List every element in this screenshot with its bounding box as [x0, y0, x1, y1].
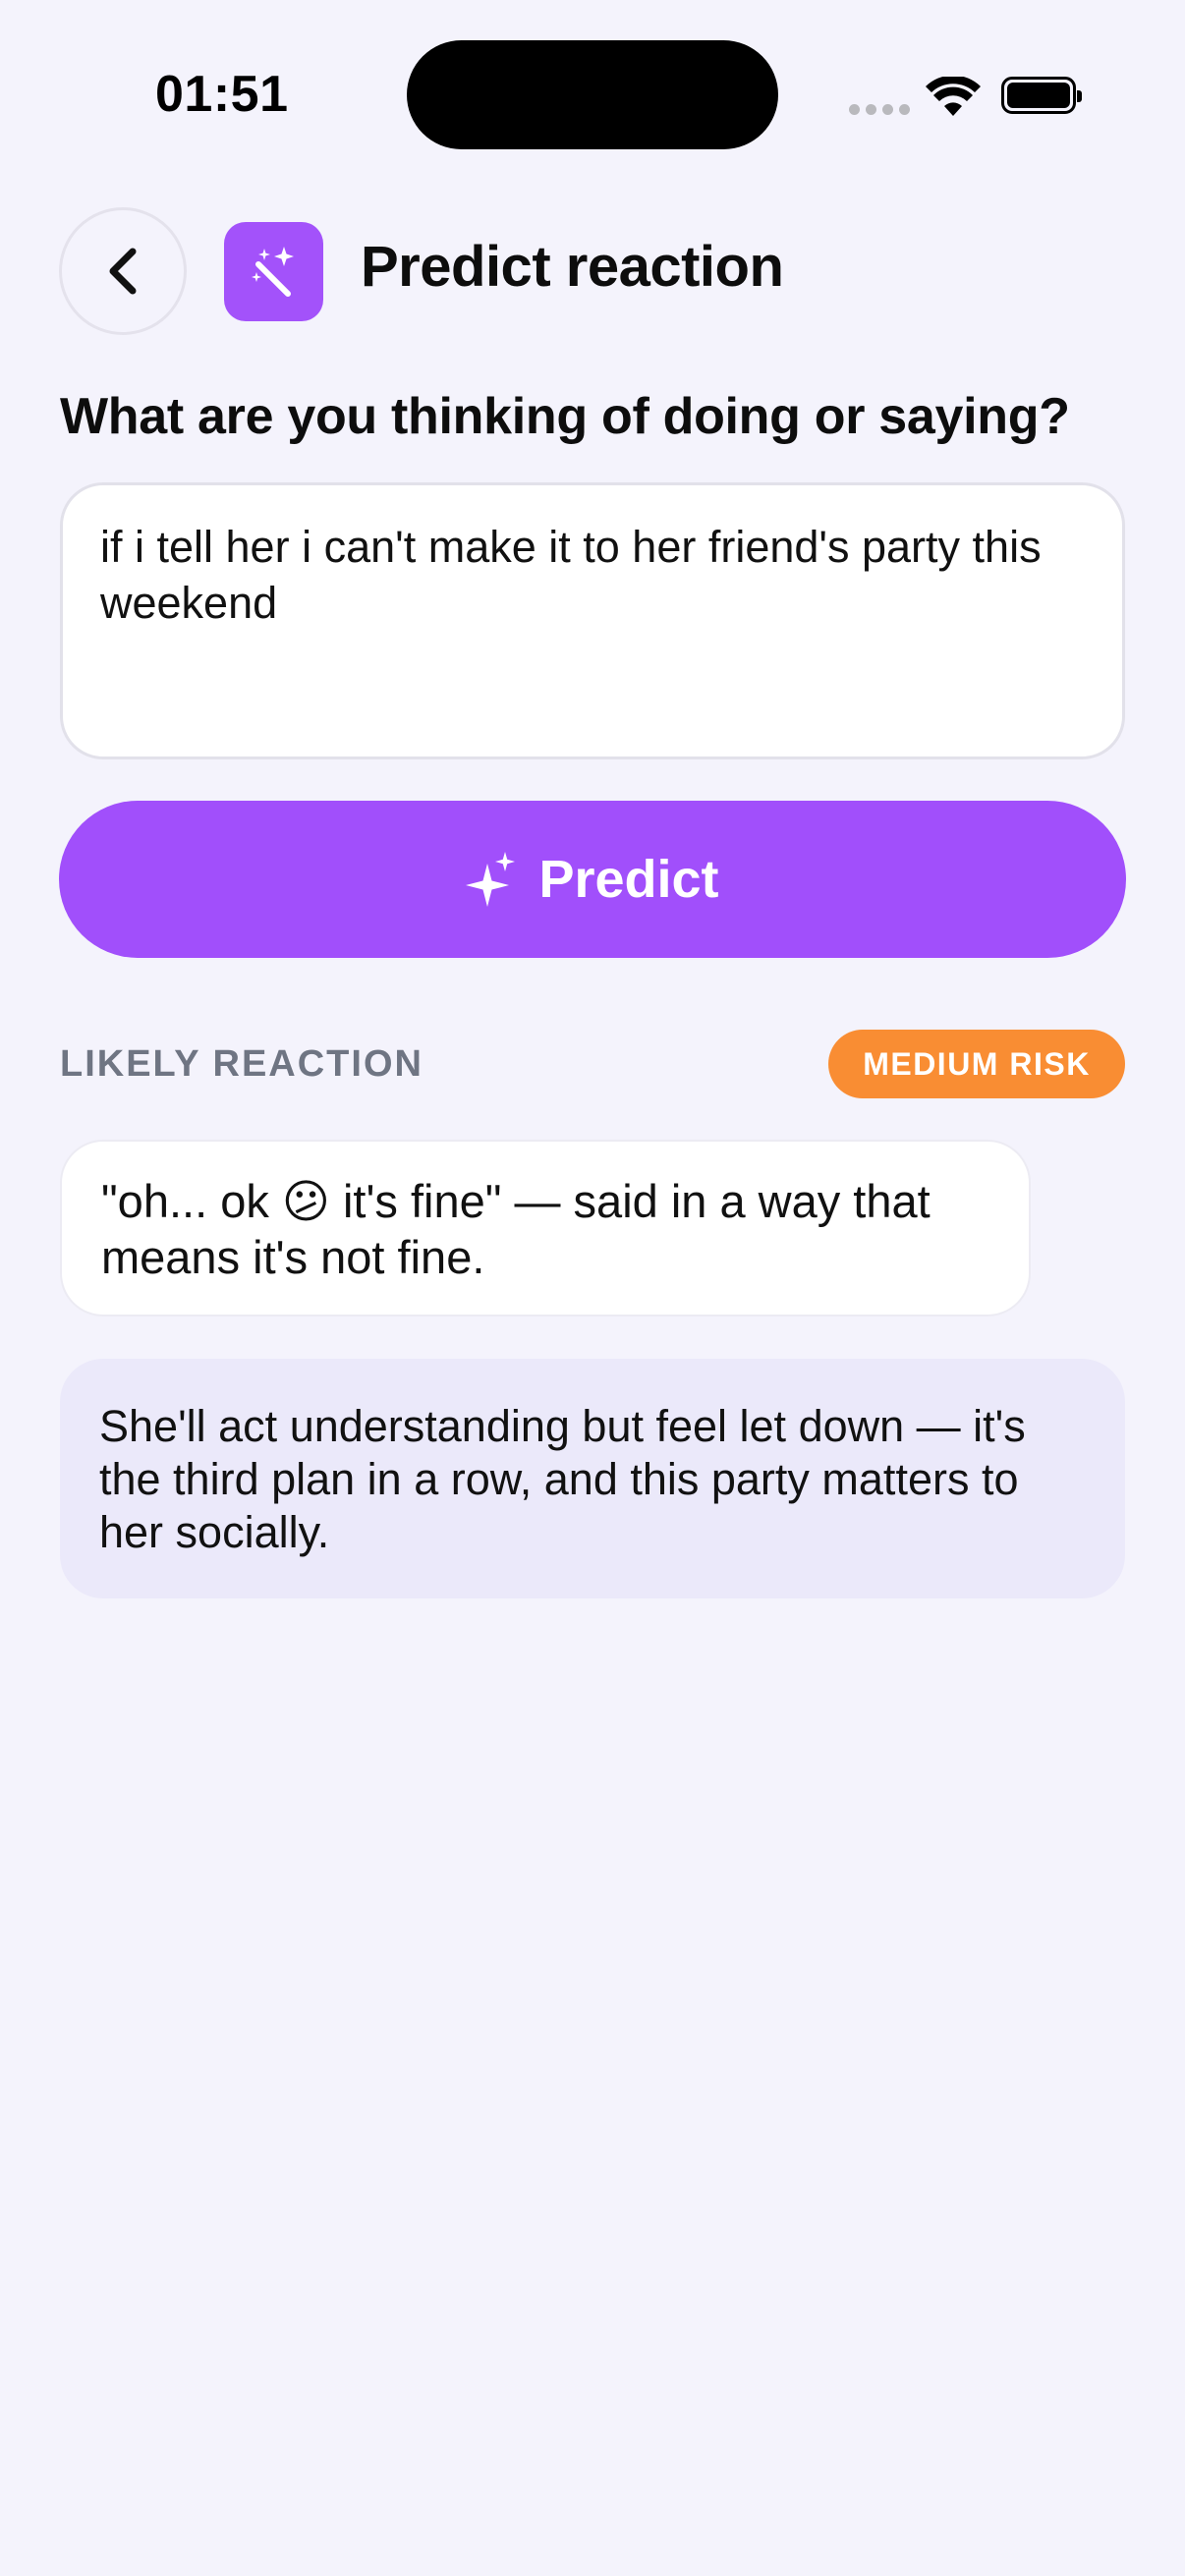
- likely-reaction-heading: LIKELY REACTION: [60, 1043, 423, 1085]
- reaction-explanation-card: She'll act understanding but feel let do…: [60, 1359, 1125, 1598]
- status-icons: [847, 69, 1083, 118]
- status-time: 01:51: [155, 66, 289, 123]
- prompt-label: What are you thinking of doing or saying…: [60, 388, 1070, 445]
- dynamic-island: [407, 40, 778, 149]
- battery-icon: [1001, 77, 1082, 114]
- cellular-signal-icon: [849, 104, 910, 115]
- reaction-explanation-text: She'll act understanding but feel let do…: [99, 1401, 1026, 1557]
- sparkles-icon: [466, 852, 516, 907]
- app-icon: [224, 222, 323, 321]
- risk-badge: MEDIUM RISK: [828, 1030, 1125, 1098]
- predict-button-label: Predict: [538, 850, 719, 909]
- predict-reaction-screen: 01:51 Predict reaction What are you thin…: [0, 0, 1185, 2576]
- back-button[interactable]: [59, 207, 187, 335]
- reaction-quote-text: "oh... ok 😕 it's fine" — said in a way t…: [101, 1175, 931, 1283]
- situation-input[interactable]: if i tell her i can't make it to her fri…: [60, 482, 1125, 759]
- predict-button[interactable]: Predict: [59, 801, 1126, 958]
- chevron-left-icon: [109, 248, 137, 295]
- magic-wand-icon: [251, 246, 294, 297]
- page-title: Predict reaction: [361, 235, 784, 299]
- reaction-quote-bubble: "oh... ok 😕 it's fine" — said in a way t…: [60, 1140, 1031, 1316]
- wifi-icon: [926, 77, 981, 116]
